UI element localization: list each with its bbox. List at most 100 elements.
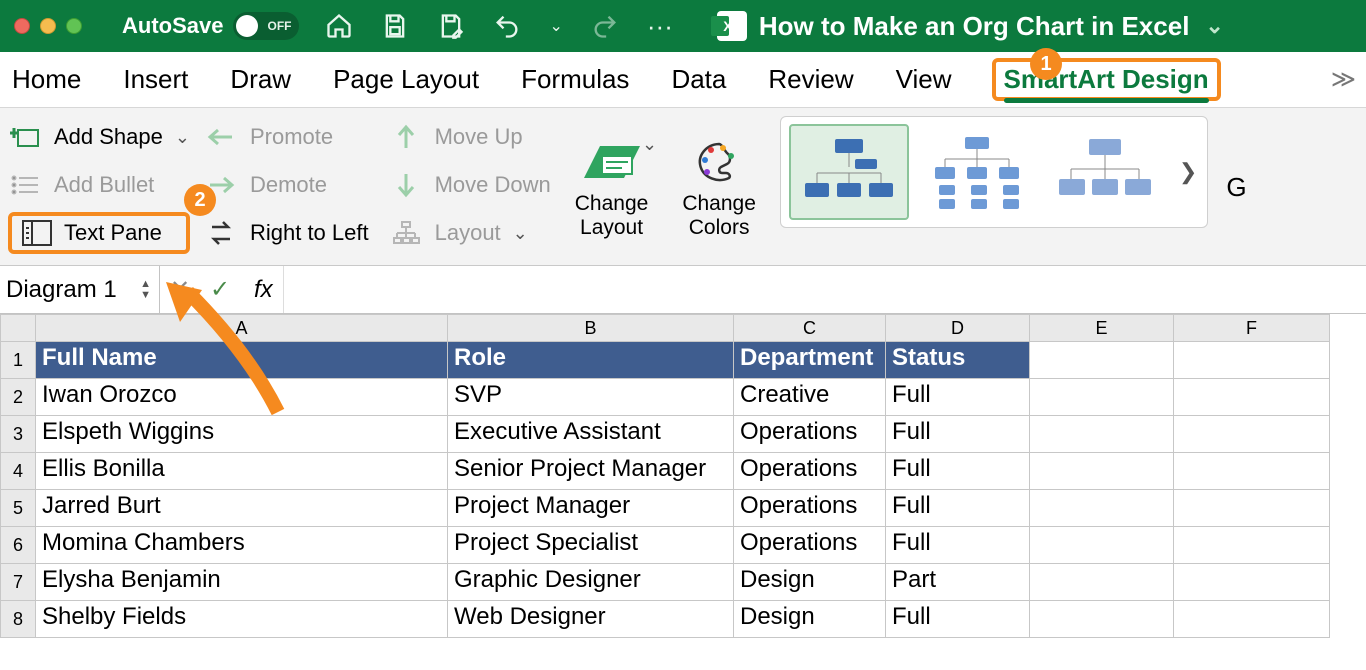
cell[interactable] [1174,453,1330,490]
chevron-down-icon[interactable]: ⌄ [513,223,528,244]
autosave-toggle[interactable]: OFF [233,12,299,40]
col-header-b[interactable]: B [448,314,734,342]
cell[interactable]: Ellis Bonilla [36,453,448,490]
cell[interactable]: Project Specialist [448,527,734,564]
cell[interactable]: Project Manager [448,490,734,527]
cell[interactable]: Graphic Designer [448,564,734,601]
cell[interactable]: Full [886,453,1030,490]
header-status[interactable]: Status [886,342,1030,379]
header-role[interactable]: Role [448,342,734,379]
cell[interactable]: Creative [734,379,886,416]
window-minimize-button[interactable] [40,18,56,34]
tab-smartart-design[interactable]: SmartArt Design [992,58,1221,101]
cell[interactable] [1030,453,1174,490]
document-dropdown-icon[interactable]: ⌄ [1205,13,1223,39]
move-down-button[interactable]: Move Down [389,164,551,206]
select-all-corner[interactable] [0,314,36,342]
cell[interactable] [1030,416,1174,453]
row-header[interactable]: 7 [0,564,36,601]
cell[interactable] [1030,342,1174,379]
cell[interactable]: Full [886,416,1030,453]
cell[interactable] [1174,601,1330,638]
cell[interactable] [1030,527,1174,564]
layout-thumb-2[interactable] [917,124,1037,220]
cell[interactable] [1030,379,1174,416]
enter-icon[interactable]: ✓ [200,275,240,304]
tab-draw[interactable]: Draw [228,60,293,99]
cell[interactable]: Shelby Fields [36,601,448,638]
more-commands-icon[interactable]: ··· [647,11,673,42]
cell[interactable]: Design [734,601,886,638]
col-header-a[interactable]: A [36,314,448,342]
cell[interactable]: Design [734,564,886,601]
change-layout-button[interactable]: Change Layout ⌄ [565,116,659,259]
redo-icon[interactable] [591,12,619,40]
text-pane-button[interactable]: Text Pane [8,212,190,254]
cell[interactable]: Full [886,490,1030,527]
undo-dropdown-icon[interactable]: ⌄ [549,16,562,36]
cell[interactable] [1174,342,1330,379]
autosave-control[interactable]: AutoSave OFF [122,12,299,40]
cell[interactable] [1174,379,1330,416]
cell[interactable]: Executive Assistant [448,416,734,453]
cell[interactable]: Momina Chambers [36,527,448,564]
tab-view[interactable]: View [894,60,954,99]
col-header-e[interactable]: E [1030,314,1174,342]
window-zoom-button[interactable] [66,18,82,34]
tab-formulas[interactable]: Formulas [519,60,631,99]
layout-button[interactable]: Layout ⌄ [389,212,551,254]
row-header[interactable]: 8 [0,601,36,638]
cell[interactable]: Full [886,527,1030,564]
row-header[interactable]: 4 [0,453,36,490]
row-header[interactable]: 5 [0,490,36,527]
save-as-icon[interactable] [437,12,465,40]
header-full-name[interactable]: Full Name [36,342,448,379]
document-title-area[interactable]: X How to Make an Org Chart in Excel ⌄ [717,11,1224,42]
layout-thumb-1[interactable] [789,124,909,220]
home-icon[interactable] [325,12,353,40]
row-header[interactable]: 6 [0,527,36,564]
move-up-button[interactable]: Move Up [389,116,551,158]
right-to-left-button[interactable]: Right to Left [204,212,369,254]
col-header-c[interactable]: C [734,314,886,342]
col-header-d[interactable]: D [886,314,1030,342]
name-box-steppers[interactable]: ▲▼ [140,279,151,301]
col-header-f[interactable]: F [1174,314,1330,342]
tab-page-layout[interactable]: Page Layout [331,60,481,99]
cell[interactable] [1030,564,1174,601]
add-bullet-button[interactable]: Add Bullet [8,164,190,206]
formula-input[interactable] [283,266,1366,313]
row-header[interactable]: 2 [0,379,36,416]
tab-insert[interactable]: Insert [121,60,190,99]
cell[interactable]: Elysha Benjamin [36,564,448,601]
tab-review[interactable]: Review [766,60,855,99]
cell[interactable] [1174,416,1330,453]
cell[interactable]: Senior Project Manager [448,453,734,490]
cell[interactable]: Full [886,601,1030,638]
fx-label[interactable]: fx [254,276,273,304]
add-shape-button[interactable]: Add Shape ⌄ [8,116,190,158]
cell[interactable]: Elspeth Wiggins [36,416,448,453]
gallery-next-icon[interactable]: ❯ [1173,159,1203,185]
demote-button[interactable]: Demote [204,164,369,206]
cell[interactable]: Part [886,564,1030,601]
cell[interactable] [1030,601,1174,638]
cell[interactable]: Jarred Burt [36,490,448,527]
cell[interactable] [1174,490,1330,527]
cell[interactable]: SVP [448,379,734,416]
row-header[interactable]: 3 [0,416,36,453]
cell[interactable] [1030,490,1174,527]
cancel-icon[interactable]: ✕ [160,275,200,304]
cell[interactable]: Operations [734,490,886,527]
row-header[interactable]: 1 [0,342,36,379]
cell[interactable]: Iwan Orozco [36,379,448,416]
ribbon-more-icon[interactable]: ≫ [1331,65,1356,94]
header-department[interactable]: Department [734,342,886,379]
cell[interactable] [1174,564,1330,601]
save-icon[interactable] [381,12,409,40]
chevron-down-icon[interactable]: ⌄ [175,127,190,148]
tab-data[interactable]: Data [669,60,728,99]
window-close-button[interactable] [14,18,30,34]
cell[interactable]: Operations [734,416,886,453]
cell[interactable] [1174,527,1330,564]
